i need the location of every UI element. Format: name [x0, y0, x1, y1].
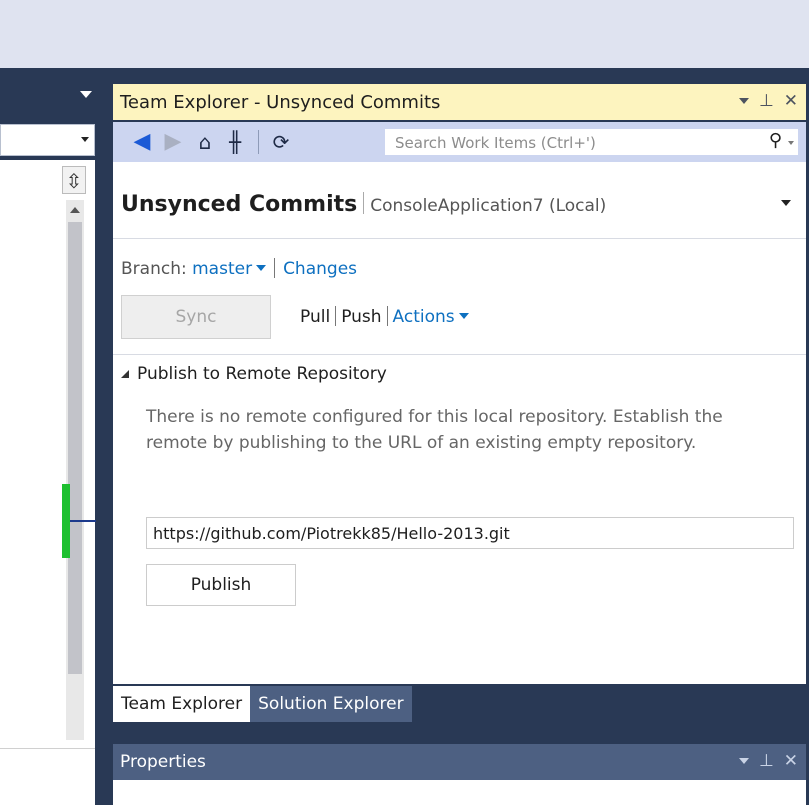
home-icon[interactable]: ⌂	[193, 130, 217, 154]
pin-icon[interactable]: ⊥	[759, 91, 774, 111]
search-input[interactable]	[385, 129, 737, 157]
chevron-down-icon	[81, 137, 89, 142]
remote-url-input[interactable]	[146, 517, 794, 549]
tab-team-explorer[interactable]: Team Explorer	[113, 686, 251, 722]
push-link[interactable]: Push	[341, 307, 381, 327]
pull-link[interactable]: Pull	[300, 307, 330, 327]
search-options-icon[interactable]	[788, 141, 794, 145]
panel-title: Team Explorer - Unsynced Commits	[120, 92, 441, 113]
chevron-down-icon	[458, 313, 469, 319]
separator	[274, 258, 276, 278]
collapse-icon[interactable]	[121, 370, 129, 378]
scroll-up-icon[interactable]	[70, 207, 80, 213]
title-bar-buttons: ⊥ ✕	[738, 751, 798, 771]
search-icon[interactable]: ⚲	[769, 130, 782, 151]
panel-tabs: Team Explorer Solution Explorer	[113, 686, 412, 722]
forward-icon[interactable]: ▶	[161, 130, 185, 154]
navigation-dropdown[interactable]	[0, 124, 95, 156]
split-window-icon[interactable]: ⇳	[62, 166, 86, 194]
work-items-search: ⚲	[384, 128, 799, 157]
toolbar-separator	[258, 130, 259, 154]
back-icon[interactable]: ◀	[130, 130, 154, 154]
sync-actions: Pull Push Actions	[300, 306, 469, 327]
divider	[113, 238, 806, 239]
divider	[113, 354, 806, 355]
tab-solution-explorer[interactable]: Solution Explorer	[250, 686, 412, 722]
chevron-down-icon[interactable]	[80, 91, 92, 98]
team-explorer-toolbar: ◀ ▶ ⌂ ╫ ⟳ ⚲	[113, 122, 806, 162]
header-divider	[363, 192, 365, 214]
caret-marker	[70, 520, 96, 522]
branch-row: Branch: master Changes	[121, 258, 357, 279]
page-header: Unsynced Commits ConsoleApplication7 (Loc…	[121, 192, 606, 217]
section-description: There is no remote configured for this l…	[146, 407, 723, 453]
ide-top-bar	[0, 0, 809, 68]
title-bar-buttons: ⊥ ✕	[738, 91, 798, 111]
sync-button[interactable]: Sync	[121, 295, 271, 339]
properties-title: Properties	[120, 752, 206, 772]
close-icon[interactable]: ✕	[784, 751, 798, 771]
branch-label: Branch:	[121, 259, 187, 279]
branch-selector[interactable]: master	[192, 259, 267, 279]
separator	[335, 306, 337, 326]
branch-value: master	[192, 259, 253, 279]
refresh-icon[interactable]: ⟳	[269, 130, 293, 154]
page-title: Unsynced Commits	[121, 192, 358, 217]
editor-tab-strip	[0, 82, 100, 120]
page-menu-icon[interactable]	[781, 200, 791, 206]
separator	[386, 306, 388, 326]
chevron-down-icon	[256, 265, 267, 271]
scrollbar-thumb[interactable]	[68, 222, 82, 674]
dropdown-icon[interactable]	[738, 758, 749, 764]
section-title: Publish to Remote Repository	[137, 364, 387, 384]
editor-bottom-pane	[0, 748, 95, 806]
properties-body	[113, 780, 806, 805]
actions-label: Actions	[392, 307, 455, 327]
change-marker	[62, 484, 70, 558]
connect-icon[interactable]: ╫	[223, 130, 247, 154]
team-explorer-content: Unsynced Commits ConsoleApplication7 (Loc…	[113, 162, 806, 684]
pin-icon[interactable]: ⊥	[759, 751, 774, 771]
properties-title-bar[interactable]: Properties ⊥ ✕	[113, 744, 806, 780]
team-explorer-title-bar[interactable]: Team Explorer - Unsynced Commits ⊥ ✕	[113, 84, 806, 120]
dropdown-icon[interactable]	[738, 98, 749, 104]
publish-section-header[interactable]: Publish to Remote Repository	[121, 364, 387, 384]
actions-menu[interactable]: Actions	[393, 307, 469, 327]
publish-button[interactable]: Publish	[146, 564, 296, 606]
close-icon[interactable]: ✕	[784, 91, 798, 111]
changes-link[interactable]: Changes	[283, 259, 357, 279]
page-context: ConsoleApplication7 (Local)	[370, 196, 607, 216]
